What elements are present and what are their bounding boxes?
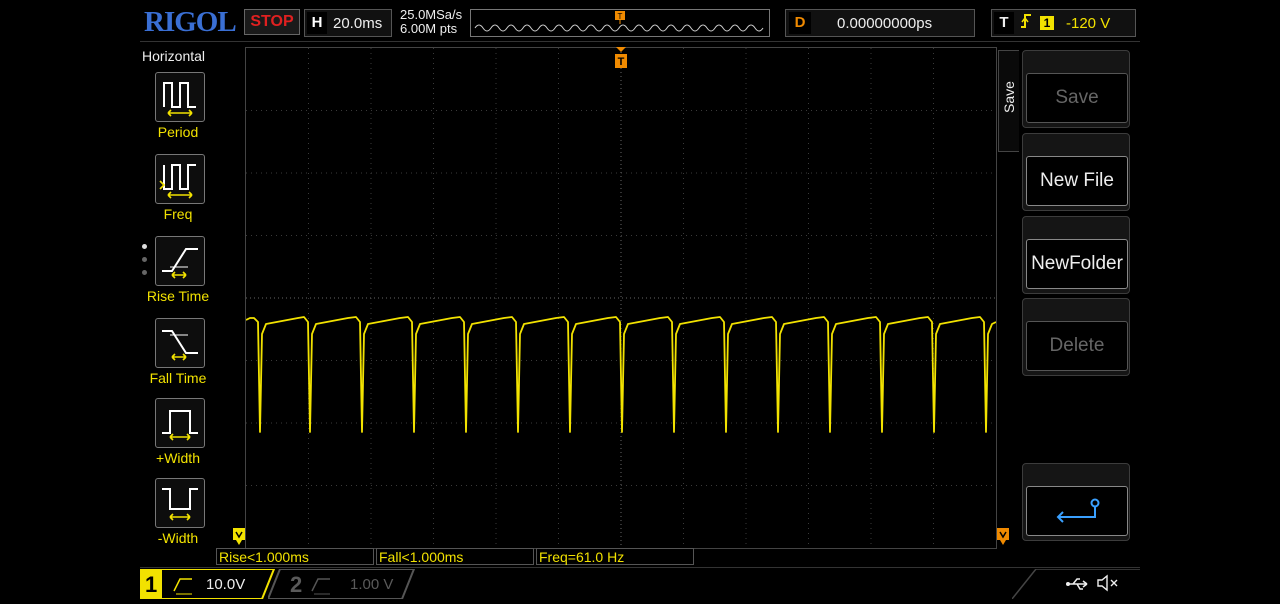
positive-width-icon [155,398,205,448]
measure-item-negative-width[interactable]: -Width [140,478,216,558]
page-dot [142,270,147,275]
memory-depth: 6.00M pts [400,21,458,36]
delay-box[interactable]: D 0.00000000ps [785,9,975,37]
measure-item-rise-time[interactable]: Rise Time [140,236,216,316]
menu-title: Horizontal [142,48,206,64]
save-menu: Save Save New File NewFolder Delete [998,44,1133,554]
measurement-freq[interactable]: Freq=61.0 Hz [536,548,694,565]
svg-text:T: T [618,12,623,21]
measure-item-label: Fall Time [149,370,207,386]
timebase-box[interactable]: H 20.0ms [304,9,392,37]
period-icon [155,72,205,122]
page-dot [142,244,147,249]
new-file-button-label: New File [1026,156,1128,206]
delay-key: D [789,12,811,34]
save-button[interactable]: Save [1022,50,1130,128]
page-indicator [142,244,147,283]
measure-item-period[interactable]: Period [140,72,216,152]
trigger-source: 1 [1040,16,1054,30]
channel-1-scale: 10.0V [206,576,246,593]
enter-button[interactable] [1022,463,1130,541]
waveform-display[interactable] [245,47,997,549]
enter-arrow-icon [1026,486,1128,536]
bottom-divider [140,567,1140,568]
cursor-a-marker[interactable] [233,528,245,546]
memory-trigger-marker: T [615,11,625,21]
trigger-position-marker[interactable]: T [614,47,628,71]
measure-item-fall-time[interactable]: Fall Time [140,318,216,398]
channel-2-indicator[interactable]: 2 1.00 V [268,569,418,599]
measurement-rise[interactable]: Rise<1.000ms [216,548,374,565]
waveform-svg [245,48,997,548]
rise-time-icon [155,236,205,286]
run-stop-status[interactable]: STOP [244,9,300,35]
fall-time-icon [155,318,205,368]
channel-2-scale: 1.00 V [350,576,394,593]
delete-button-label: Delete [1026,321,1128,371]
brand-logo: RIGOL [144,6,237,38]
measure-item-label: Period [157,124,199,140]
measure-item-positive-width[interactable]: +Width [140,398,216,478]
oscilloscope-screen: RIGOL STOP H 20.0ms 25.0MSa/s 6.00M pts … [140,0,1140,600]
measure-item-label: Freq [163,206,193,222]
usb-icon [1065,576,1096,596]
sample-rate: 25.0MSa/s [400,7,463,22]
rising-edge-icon [1020,13,1032,33]
channel-1-number: 1 [145,572,158,597]
measurement-fall[interactable]: Fall<1.000ms [376,548,534,565]
negative-width-icon [155,478,205,528]
channel-1-waveform [245,316,997,433]
new-folder-button[interactable]: NewFolder [1022,216,1130,294]
measure-item-freq[interactable]: Freq [140,154,216,234]
measure-item-label: +Width [156,450,200,466]
mute-icon [1096,574,1120,596]
memory-overview-waveform [474,24,764,32]
timebase-value: 20.0ms [333,14,383,32]
status-icons [1065,574,1120,597]
menu-tab-label: Save [1001,81,1017,113]
frequency-icon [155,154,205,204]
save-button-label: Save [1026,73,1128,123]
page-dot [142,257,147,262]
delete-button[interactable]: Delete [1022,298,1130,376]
channel-1-indicator[interactable]: 1 10.0V [140,569,276,599]
measure-item-label: Rise Time [146,288,210,304]
menu-tab: Save [998,50,1019,152]
new-file-button[interactable]: New File [1022,133,1130,211]
timebase-key: H [307,12,327,34]
channel-2-number: 2 [290,572,303,597]
memory-overview: T [470,9,770,37]
new-folder-button-label: NewFolder [1026,239,1128,289]
top-divider [140,41,1140,42]
delay-value: 0.00000000ps [837,14,933,32]
acquisition-info: 25.0MSa/s 6.00M pts [400,8,462,36]
trigger-box[interactable]: T 1 -120 V [991,9,1136,37]
svg-text:T: T [618,56,625,68]
trigger-key: T [994,12,1014,34]
measure-item-label: -Width [157,530,199,546]
grid-center-axes [246,48,996,548]
trigger-level: -120 V [1066,14,1111,32]
horizontal-measure-menu: Horizontal Period Freq Rise Time Fall Ti… [140,44,216,554]
